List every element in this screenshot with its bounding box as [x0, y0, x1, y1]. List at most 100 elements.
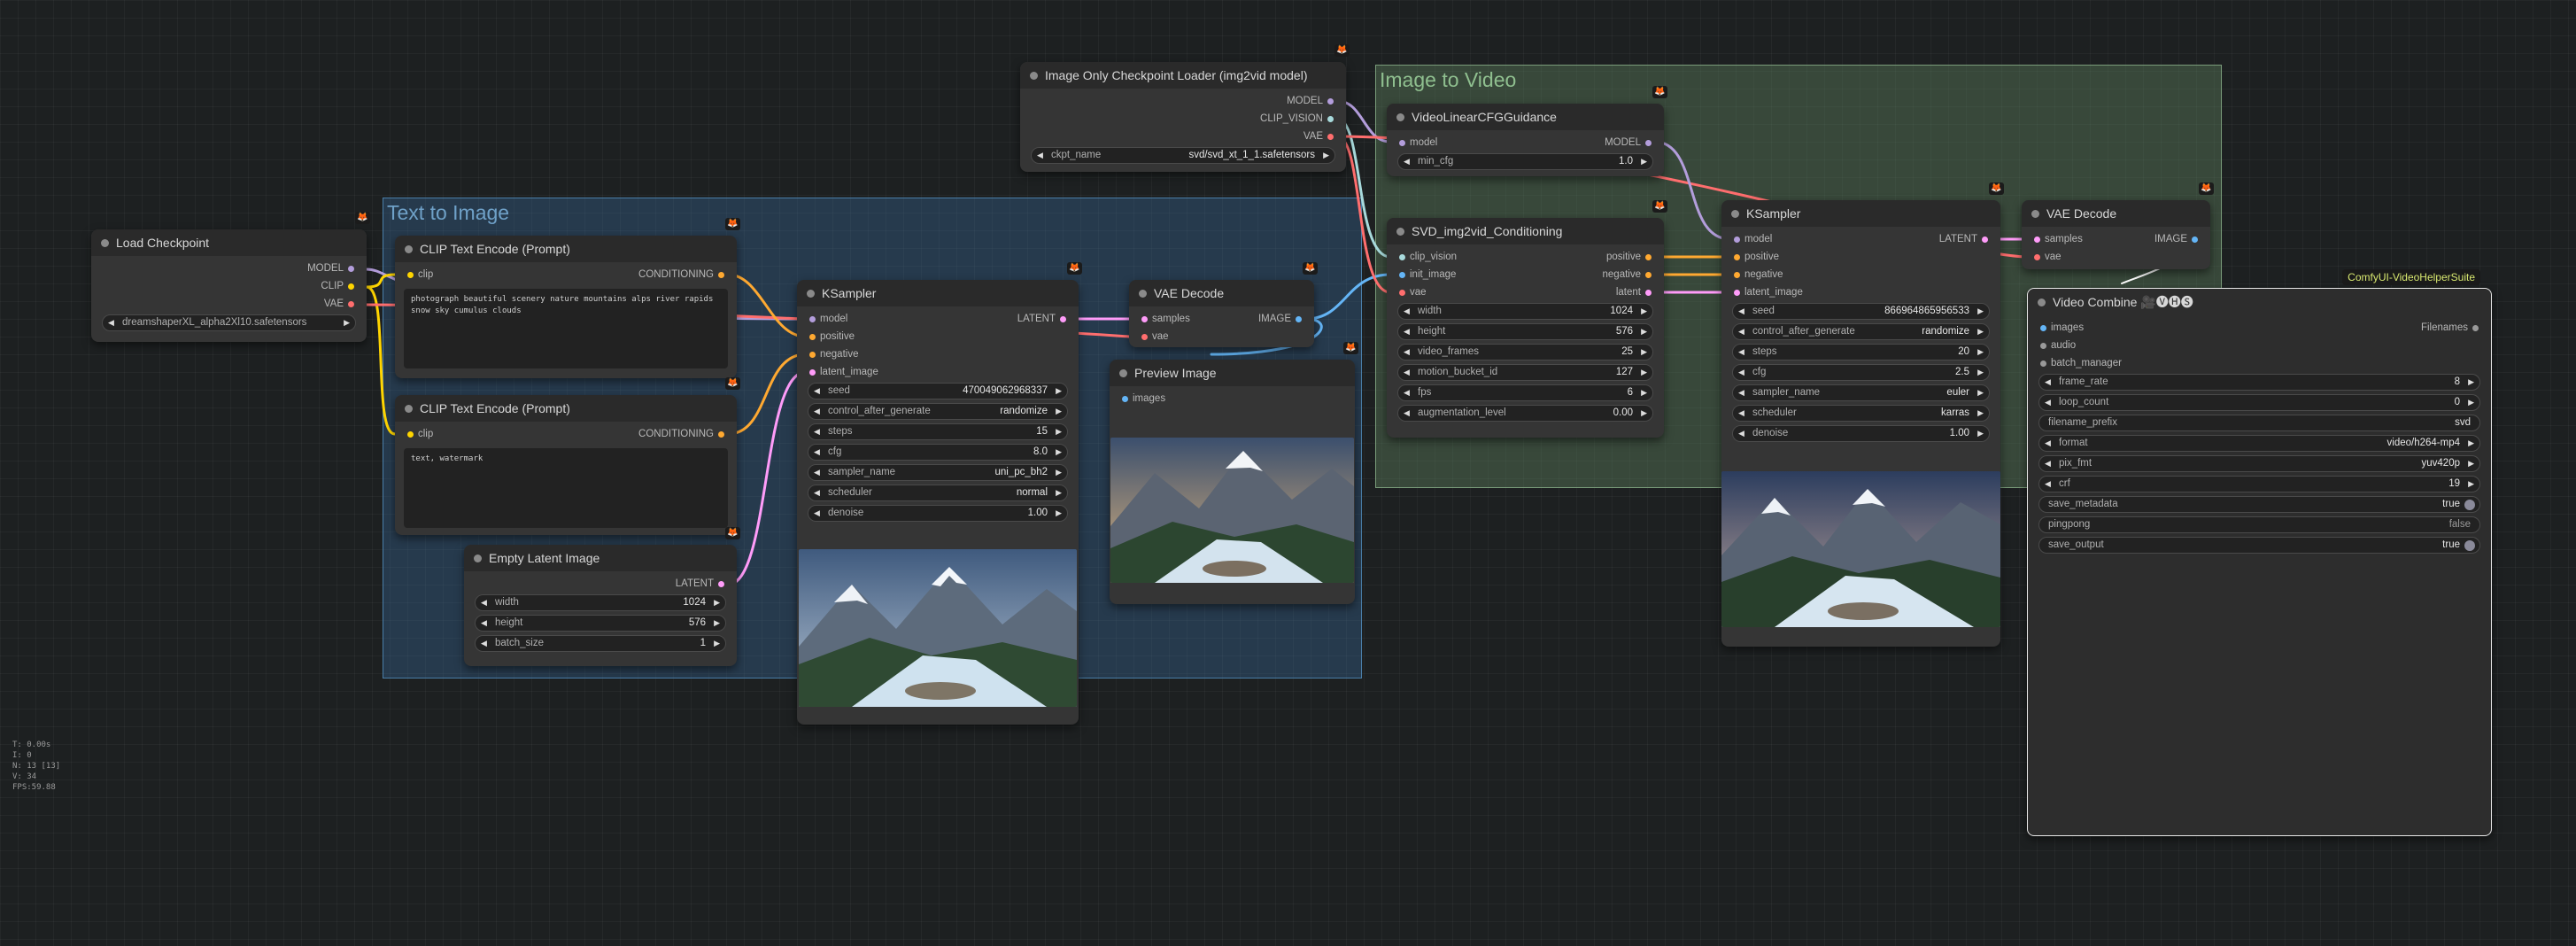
input-init-image[interactable]: init_image — [1399, 266, 1456, 283]
collapse-dot-icon[interactable] — [2038, 299, 2046, 306]
arrow-left-icon[interactable]: ◀ — [1738, 385, 1744, 400]
widget-motion-bucket-id[interactable]: ◀ motion_bucket_id 127 ▶ — [1397, 364, 1653, 381]
widget-width[interactable]: ◀ width 1024 ▶ — [475, 594, 726, 611]
arrow-right-icon[interactable]: ▶ — [714, 616, 720, 631]
output-vae[interactable]: VAE — [324, 295, 355, 313]
input-samples[interactable]: samples — [1141, 310, 1190, 328]
widget-sampler-name[interactable]: ◀ sampler_name uni_pc_bh2 ▶ — [808, 464, 1068, 481]
arrow-right-icon[interactable]: ▶ — [1977, 365, 1984, 380]
output-latent[interactable]: LATENT — [1017, 310, 1067, 328]
output-latent[interactable]: latent — [1616, 283, 1652, 301]
node-header[interactable]: Load Checkpoint — [91, 229, 367, 256]
node-header[interactable]: Video Combine 🎥🅥🅗🅢 — [2028, 289, 2491, 315]
collapse-dot-icon[interactable] — [474, 554, 482, 562]
widget-augmentation-level[interactable]: ◀ augmentation_level 0.00 ▶ — [1397, 405, 1653, 422]
arrow-right-icon[interactable]: ▶ — [1977, 304, 1984, 319]
arrow-right-icon[interactable]: ▶ — [1056, 485, 1062, 500]
node-ksampler-1[interactable]: 🦊 KSampler model LATENT positive negative… — [797, 262, 1082, 725]
arrow-left-icon[interactable]: ◀ — [108, 315, 114, 330]
arrow-left-icon[interactable]: ◀ — [2045, 456, 2051, 471]
arrow-right-icon[interactable]: ▶ — [1641, 304, 1647, 319]
node-header[interactable]: SVD_img2vid_Conditioning — [1387, 218, 1664, 244]
widget-batch-size[interactable]: ◀ batch_size 1 ▶ — [475, 635, 726, 652]
arrow-left-icon[interactable]: ◀ — [814, 424, 820, 439]
output-vae[interactable]: VAE — [1303, 128, 1334, 145]
arrow-left-icon[interactable]: ◀ — [481, 595, 487, 610]
input-positive[interactable]: positive — [1734, 248, 1779, 266]
node-load-checkpoint[interactable]: 🦊 Load Checkpoint MODEL CLIP VAE ◀ dreams… — [91, 212, 370, 342]
toggle-save-output[interactable]: save_output true — [2038, 537, 2480, 554]
widget-pix-fmt[interactable]: ◀ pix_fmt yuv420p ▶ — [2038, 455, 2480, 472]
output-positive[interactable]: positive — [1606, 248, 1652, 266]
widget-scheduler[interactable]: ◀ scheduler karras ▶ — [1732, 405, 1990, 422]
widget-scheduler[interactable]: ◀ scheduler normal ▶ — [808, 485, 1068, 501]
arrow-left-icon[interactable]: ◀ — [1404, 304, 1410, 319]
widget-fps[interactable]: ◀ fps 6 ▶ — [1397, 384, 1653, 401]
collapse-dot-icon[interactable] — [1396, 113, 1404, 121]
arrow-right-icon[interactable]: ▶ — [714, 595, 720, 610]
output-model[interactable]: MODEL — [1605, 134, 1652, 151]
collapse-dot-icon[interactable] — [405, 405, 413, 413]
arrow-right-icon[interactable]: ▶ — [1056, 506, 1062, 521]
widget-height[interactable]: ◀ height 576 ▶ — [475, 615, 726, 632]
widget-height[interactable]: ◀ height 576 ▶ — [1397, 323, 1653, 340]
arrow-left-icon[interactable]: ◀ — [1738, 406, 1744, 421]
toggle-on-icon[interactable] — [2464, 540, 2475, 551]
node-header[interactable]: VideoLinearCFGGuidance — [1387, 104, 1664, 130]
input-clip[interactable]: clip — [407, 266, 433, 283]
arrow-right-icon[interactable]: ▶ — [1977, 345, 1984, 360]
output-model[interactable]: MODEL — [1287, 92, 1334, 110]
arrow-left-icon[interactable]: ◀ — [814, 404, 820, 419]
arrow-right-icon[interactable]: ▶ — [1977, 406, 1984, 421]
arrow-right-icon[interactable]: ▶ — [1641, 365, 1647, 380]
arrow-right-icon[interactable]: ▶ — [2468, 477, 2474, 492]
collapse-dot-icon[interactable] — [1396, 228, 1404, 236]
arrow-left-icon[interactable]: ◀ — [1404, 385, 1410, 400]
widget-min-cfg[interactable]: ◀ min_cfg 1.0 ▶ — [1397, 153, 1653, 170]
node-video-linear-cfg-guidance[interactable]: 🦊 VideoLinearCFGGuidance model MODEL ◀ min… — [1387, 86, 1667, 176]
widget-control-after-generate[interactable]: ◀ control_after_generate randomize ▶ — [1732, 323, 1990, 340]
arrow-left-icon[interactable]: ◀ — [481, 616, 487, 631]
toggle-save-metadata[interactable]: save_metadata true — [2038, 496, 2480, 513]
widget-cfg[interactable]: ◀ cfg 8.0 ▶ — [808, 444, 1068, 461]
widget-filename-prefix[interactable]: filename_prefix svd — [2038, 415, 2480, 431]
arrow-left-icon[interactable]: ◀ — [1738, 426, 1744, 441]
arrow-left-icon[interactable]: ◀ — [2045, 375, 2051, 390]
toggle-on-icon[interactable] — [2464, 500, 2475, 510]
node-clip-text-encode-positive[interactable]: 🦊 CLIP Text Encode (Prompt) clip CONDITIO… — [395, 218, 740, 378]
input-images[interactable]: images — [1122, 390, 1165, 407]
input-negative[interactable]: negative — [1734, 266, 1783, 283]
output-clip-vision[interactable]: CLIP_VISION — [1260, 110, 1334, 128]
arrow-left-icon[interactable]: ◀ — [814, 445, 820, 460]
collapse-dot-icon[interactable] — [2031, 210, 2039, 218]
widget-ckpt-name[interactable]: ◀ ckpt_name svd/svd_xt_1_1.safetensors ▶ — [1031, 147, 1335, 164]
widget-denoise[interactable]: ◀ denoise 1.00 ▶ — [1732, 425, 1990, 442]
arrow-left-icon[interactable]: ◀ — [1404, 345, 1410, 360]
output-latent[interactable]: LATENT — [1939, 230, 1989, 248]
arrow-right-icon[interactable]: ▶ — [1056, 404, 1062, 419]
arrow-right-icon[interactable]: ▶ — [2468, 456, 2474, 471]
arrow-left-icon[interactable]: ◀ — [2045, 395, 2051, 410]
widget-steps[interactable]: ◀ steps 15 ▶ — [808, 423, 1068, 440]
node-image-only-checkpoint-loader[interactable]: 🦊 Image Only Checkpoint Loader (img2vid … — [1020, 44, 1350, 172]
widget-frame-rate[interactable]: ◀ frame_rate 8 ▶ — [2038, 374, 2480, 391]
input-model[interactable]: model — [1734, 230, 1772, 248]
arrow-left-icon[interactable]: ◀ — [1404, 365, 1410, 380]
arrow-left-icon[interactable]: ◀ — [814, 506, 820, 521]
node-svd-img2vid-conditioning[interactable]: 🦊 SVD_img2vid_Conditioning clip_vision po… — [1387, 200, 1667, 438]
widget-steps[interactable]: ◀ steps 20 ▶ — [1732, 344, 1990, 361]
arrow-right-icon[interactable]: ▶ — [2468, 375, 2474, 390]
input-samples[interactable]: samples — [2034, 230, 2083, 248]
node-vae-decode-2[interactable]: 🦊 VAE Decode samples IMAGE vae — [2022, 182, 2214, 269]
widget-loop-count[interactable]: ◀ loop_count 0 ▶ — [2038, 394, 2480, 411]
output-conditioning[interactable]: CONDITIONING — [638, 266, 724, 283]
arrow-left-icon[interactable]: ◀ — [1404, 324, 1410, 339]
ckpt-name-widget[interactable]: ◀ dreamshaperXL_alpha2Xl10.safetensors ▶ — [102, 314, 356, 331]
arrow-left-icon[interactable]: ◀ — [814, 384, 820, 399]
input-negative[interactable]: negative — [809, 345, 858, 363]
arrow-right-icon[interactable]: ▶ — [344, 315, 350, 330]
arrow-left-icon[interactable]: ◀ — [1404, 154, 1410, 169]
node-header[interactable]: Image Only Checkpoint Loader (img2vid mo… — [1020, 62, 1346, 89]
output-model[interactable]: MODEL — [307, 260, 354, 277]
prompt-textarea[interactable]: photograph beautiful scenery nature moun… — [404, 289, 728, 368]
